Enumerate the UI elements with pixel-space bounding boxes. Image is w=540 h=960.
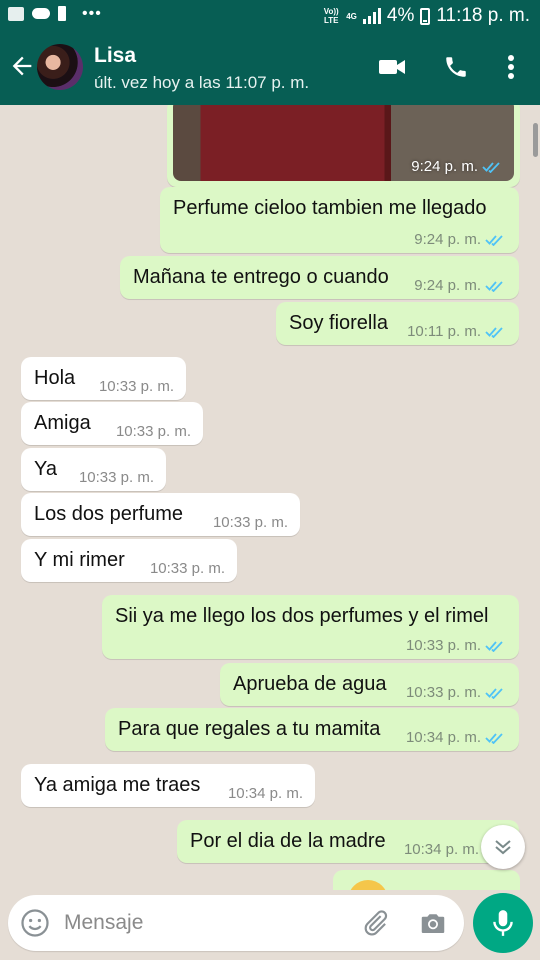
read-receipt-icon — [485, 687, 503, 699]
message-text: Por el dia de la madre — [190, 830, 386, 852]
image-thumbnail[interactable]: 9:24 p. m. — [173, 105, 514, 181]
message-time: 9:24 p. m. — [411, 158, 478, 175]
message-text: Los dos perfume — [34, 503, 183, 525]
message-meta: 10:34 p. m. — [228, 785, 303, 802]
message-text: Aprueba de agua — [233, 673, 387, 695]
smiley-emoji-icon — [348, 880, 388, 890]
message-time: 10:33 p. m. — [98, 378, 174, 395]
message-time: 9:24 p. m. — [414, 277, 481, 294]
message-bubble-outgoing[interactable]: Perfume cieloo tambien me llegado 9:24 p… — [160, 187, 519, 253]
message-meta: 9:24 p. m. — [414, 277, 507, 294]
read-receipt-icon — [482, 161, 500, 173]
network-type: 4G — [346, 11, 357, 21]
scroll-down-button[interactable] — [481, 825, 525, 869]
message-meta: 10:33 p. m. — [116, 423, 191, 440]
message-bubble-outgoing[interactable]: Mañana te entrego o cuando 9:24 p. m. — [120, 256, 519, 299]
message-bubble-incoming[interactable]: Los dos perfume 10:33 p. m. — [21, 493, 300, 536]
message-time: 10:33 p. m. — [405, 637, 481, 654]
read-receipt-icon — [485, 280, 503, 292]
message-meta: 10:34 p. m. — [404, 841, 479, 858]
message-time: 10:33 p. m. — [115, 423, 191, 440]
volte-indicator: Vo)) LTE — [323, 7, 339, 25]
message-time: 10:11 p. m. — [407, 323, 481, 340]
message-bubble-outgoing[interactable]: Aprueba de agua 10:33 p. m. — [220, 663, 519, 706]
read-receipt-icon — [485, 640, 503, 652]
message-meta: 10:33 p. m. — [150, 560, 225, 577]
message-meta: 10:11 p. m. — [407, 323, 507, 340]
mic-icon — [493, 910, 513, 936]
cloud-icon — [32, 8, 50, 19]
double-chevron-down-icon — [495, 840, 511, 855]
chat-header: Lisa últ. vez hoy a las 11:07 p. m. — [0, 32, 540, 105]
avatar[interactable] — [37, 44, 83, 90]
message-meta: 10:33 p. m. — [406, 637, 507, 654]
battery-icon — [420, 7, 431, 25]
more-options-icon[interactable] — [496, 52, 526, 82]
message-time: 10:34 p. m. — [403, 841, 479, 858]
video-call-icon[interactable] — [377, 52, 407, 82]
message-time: 10:33 p. m. — [405, 684, 481, 701]
message-bubble-incoming[interactable]: Ya amiga me traes 10:34 p. m. — [21, 764, 315, 807]
message-text: Ya amiga me traes — [34, 774, 201, 796]
message-time: 9:24 p. m. — [414, 231, 481, 248]
message-text: Y mi rimer — [34, 549, 125, 571]
read-receipt-icon — [485, 326, 503, 338]
notification-icons: ••• — [8, 4, 102, 22]
message-time: 10:33 p. m. — [149, 560, 225, 577]
status-bar: ••• Vo)) LTE 4G 4% 11:18 p. m. — [0, 0, 540, 32]
emoji-icon[interactable] — [20, 908, 50, 938]
message-list[interactable]: 9:24 p. m. Perfume cieloo tambien me lle… — [0, 105, 540, 890]
emoji-message-partial[interactable] — [333, 870, 520, 890]
message-meta: 10:33 p. m. — [406, 684, 507, 701]
image-message[interactable]: 9:24 p. m. — [167, 105, 520, 187]
message-text: Ya — [34, 458, 57, 480]
message-text: Amiga — [34, 412, 91, 434]
message-text: Soy fiorella — [289, 312, 388, 334]
message-text: Sii ya me llego los dos perfumes y el ri… — [115, 605, 489, 627]
message-meta: 9:24 p. m. — [414, 231, 507, 248]
last-seen-status: últ. vez hoy a las 11:07 p. m. — [94, 73, 310, 92]
message-input[interactable] — [64, 903, 344, 943]
message-time: 10:34 p. m. — [227, 785, 303, 802]
signal-icon — [362, 8, 381, 24]
message-bubble-incoming[interactable]: Hola 10:33 p. m. — [21, 357, 186, 400]
message-bubble-incoming[interactable]: Y mi rimer 10:33 p. m. — [21, 539, 237, 582]
message-text: Mañana te entrego o cuando — [133, 266, 389, 288]
message-meta: 10:33 p. m. — [99, 378, 174, 395]
message-time: 10:33 p. m. — [212, 514, 288, 531]
system-indicators: Vo)) LTE 4G 4% 11:18 p. m. — [322, 5, 530, 27]
battery-alert-icon — [58, 6, 66, 21]
camera-icon[interactable] — [418, 908, 448, 938]
back-arrow-icon[interactable] — [8, 52, 36, 80]
read-receipt-icon — [485, 732, 503, 744]
message-text: Para que regales a tu mamita — [118, 718, 381, 740]
scrollbar[interactable] — [533, 123, 538, 157]
message-bubble-outgoing[interactable]: Sii ya me llego los dos perfumes y el ri… — [102, 595, 519, 659]
voice-call-icon[interactable] — [441, 52, 471, 82]
mic-button[interactable] — [473, 893, 533, 953]
message-meta: 10:34 p. m. — [406, 729, 507, 746]
attach-icon[interactable] — [360, 908, 390, 938]
read-receipt-icon — [485, 234, 503, 246]
message-time: 10:34 p. m. — [405, 729, 481, 746]
message-time: 10:33 p. m. — [78, 469, 154, 486]
message-meta: 9:24 p. m. — [411, 158, 504, 175]
message-bubble-outgoing[interactable]: Por el dia de la madre 10:34 p. m. — [177, 820, 519, 863]
message-composer — [8, 895, 464, 951]
message-bubble-outgoing[interactable]: Para que regales a tu mamita 10:34 p. m. — [105, 708, 519, 751]
more-notifications-icon: ••• — [82, 4, 102, 22]
clock: 11:18 p. m. — [436, 5, 530, 26]
message-bubble-outgoing[interactable]: Soy fiorella 10:11 p. m. — [276, 302, 519, 345]
message-meta: 10:33 p. m. — [79, 469, 154, 486]
message-meta: 10:33 p. m. — [213, 514, 288, 531]
battery-percent: 4% — [386, 5, 415, 26]
gallery-notification-icon — [8, 6, 24, 21]
message-text: Perfume cieloo tambien me llegado — [173, 197, 487, 219]
contact-name[interactable]: Lisa — [94, 44, 136, 68]
message-bubble-incoming[interactable]: Amiga 10:33 p. m. — [21, 402, 203, 445]
message-text: Hola — [34, 367, 76, 389]
message-bubble-incoming[interactable]: Ya 10:33 p. m. — [21, 448, 166, 491]
